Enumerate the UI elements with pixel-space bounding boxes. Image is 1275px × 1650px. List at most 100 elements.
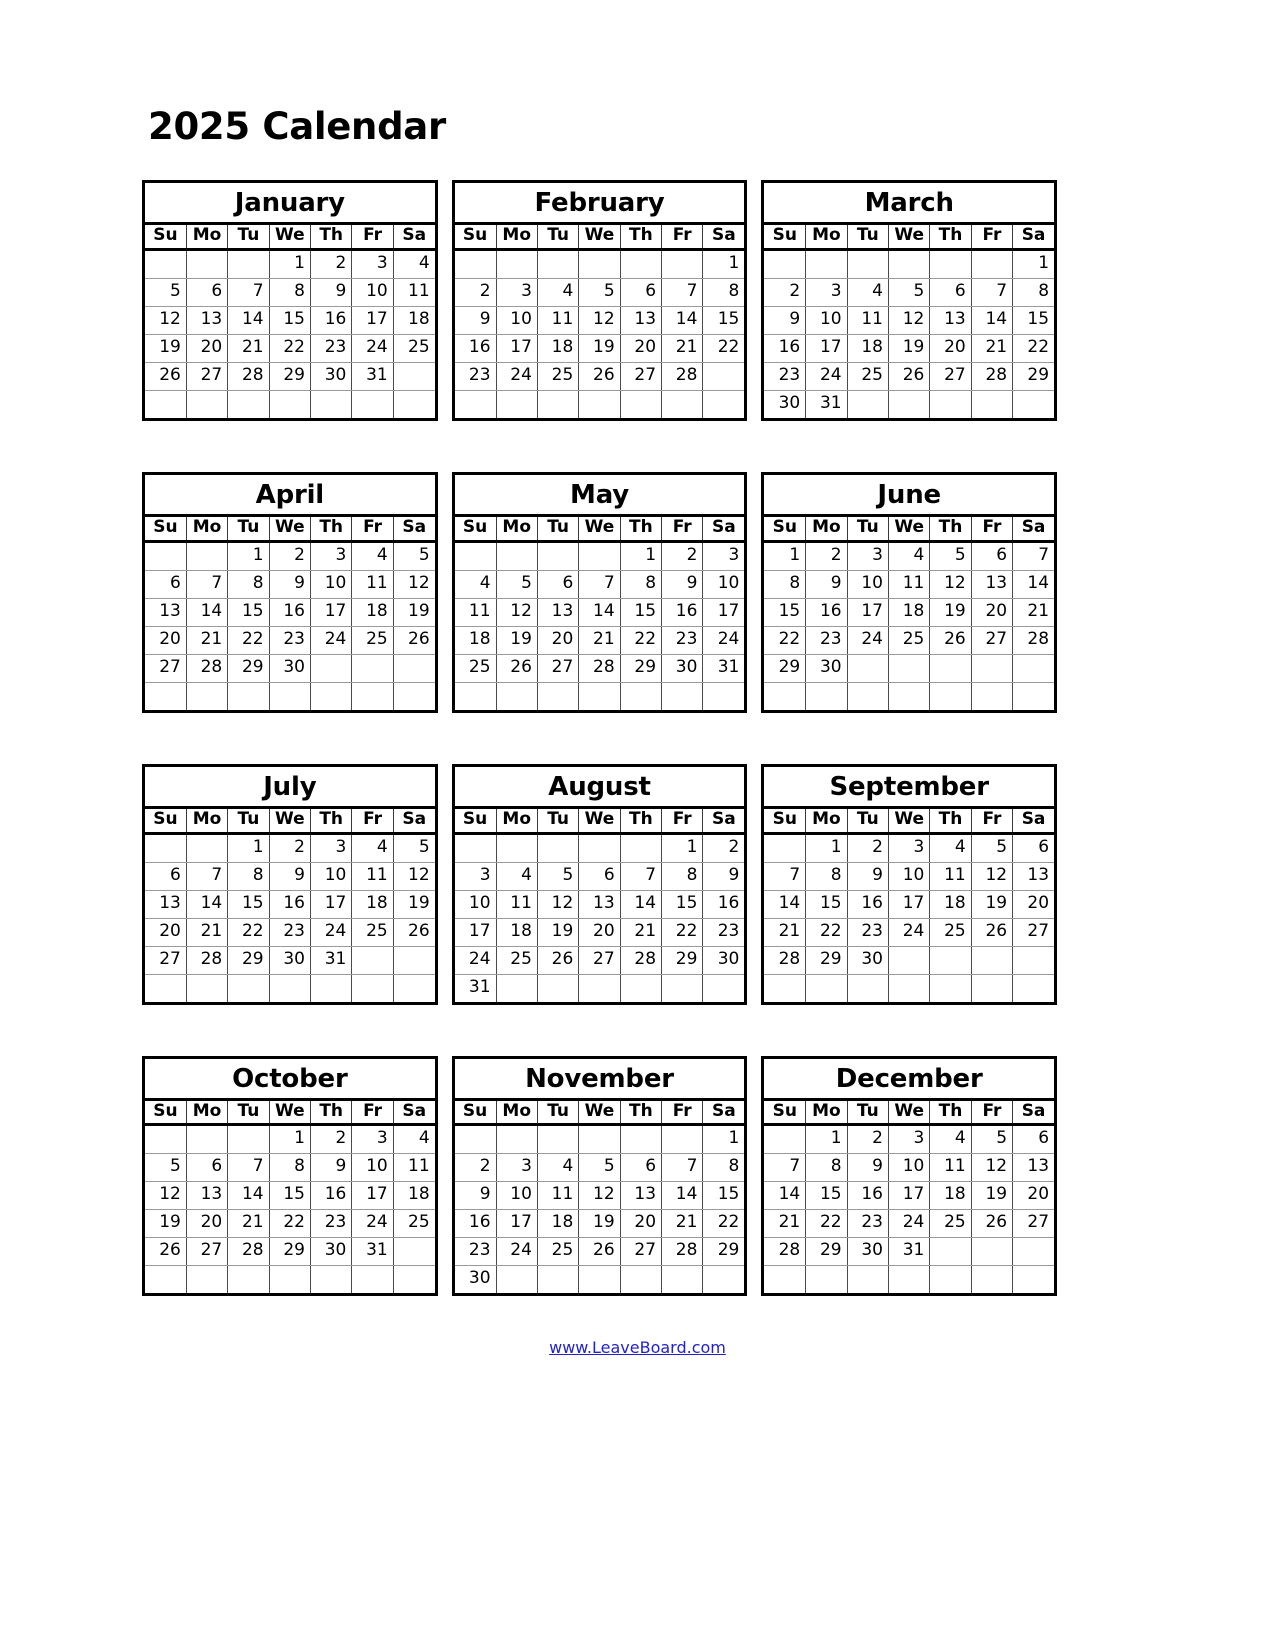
day-cell[interactable]: 18 — [496, 918, 538, 947]
day-cell[interactable]: 20 — [1012, 1181, 1055, 1211]
day-cell[interactable]: 11 — [393, 1153, 435, 1183]
day-cell[interactable]: 2 — [847, 833, 889, 863]
day-cell[interactable]: 13 — [186, 306, 229, 335]
day-cell[interactable]: 16 — [847, 890, 889, 919]
day-cell[interactable]: 13 — [1012, 862, 1055, 891]
day-cell[interactable]: 6 — [578, 862, 621, 891]
day-cell[interactable]: 10 — [888, 1153, 931, 1183]
day-cell[interactable]: 3 — [888, 1124, 931, 1155]
day-cell[interactable]: 16 — [661, 598, 704, 627]
day-cell[interactable]: 5 — [971, 833, 1014, 863]
day-cell[interactable]: 5 — [578, 278, 621, 307]
day-cell[interactable]: 22 — [764, 626, 807, 655]
day-cell[interactable]: 7 — [227, 278, 270, 307]
day-cell[interactable]: 22 — [805, 918, 848, 947]
day-cell[interactable]: 19 — [145, 1209, 187, 1239]
day-cell[interactable]: 8 — [1012, 278, 1055, 307]
day-cell[interactable]: 21 — [227, 334, 270, 363]
day-cell[interactable]: 25 — [537, 1237, 580, 1267]
day-cell[interactable]: 21 — [186, 918, 229, 947]
day-cell[interactable]: 5 — [578, 1153, 621, 1183]
day-cell[interactable]: 30 — [454, 1265, 497, 1294]
day-cell[interactable]: 26 — [496, 654, 538, 683]
day-cell[interactable]: 31 — [805, 390, 848, 418]
day-cell[interactable]: 10 — [888, 862, 931, 891]
day-cell[interactable]: 3 — [805, 278, 848, 307]
day-cell[interactable]: 12 — [971, 862, 1014, 891]
day-cell[interactable]: 9 — [847, 862, 889, 891]
day-cell[interactable]: 18 — [351, 598, 394, 627]
day-cell[interactable]: 18 — [454, 626, 497, 655]
day-cell[interactable]: 11 — [454, 598, 497, 627]
day-cell[interactable]: 13 — [186, 1181, 229, 1211]
day-cell[interactable]: 10 — [702, 570, 745, 599]
day-cell[interactable]: 17 — [351, 1181, 394, 1211]
day-cell[interactable]: 5 — [929, 541, 972, 571]
day-cell[interactable]: 5 — [971, 1124, 1014, 1155]
day-cell[interactable]: 27 — [537, 654, 580, 683]
day-cell[interactable]: 9 — [805, 570, 848, 599]
day-cell[interactable]: 25 — [393, 1209, 435, 1239]
day-cell[interactable]: 1 — [805, 1124, 848, 1155]
day-cell[interactable]: 4 — [454, 570, 497, 599]
day-cell[interactable]: 15 — [269, 1181, 312, 1211]
day-cell[interactable]: 29 — [661, 946, 704, 975]
day-cell[interactable]: 8 — [702, 1153, 745, 1183]
day-cell[interactable]: 12 — [971, 1153, 1014, 1183]
day-cell[interactable]: 3 — [351, 1124, 394, 1155]
day-cell[interactable]: 8 — [227, 862, 270, 891]
day-cell[interactable]: 14 — [186, 598, 229, 627]
day-cell[interactable]: 24 — [310, 918, 353, 947]
day-cell[interactable]: 13 — [537, 598, 580, 627]
day-cell[interactable]: 7 — [661, 278, 704, 307]
day-cell[interactable]: 21 — [764, 1209, 807, 1239]
day-cell[interactable]: 31 — [351, 362, 394, 391]
day-cell[interactable]: 20 — [929, 334, 972, 363]
day-cell[interactable]: 17 — [351, 306, 394, 335]
day-cell[interactable]: 15 — [661, 890, 704, 919]
leaveboard-footer-link[interactable]: www.LeaveBoard.com — [0, 1338, 1275, 1357]
day-cell[interactable]: 21 — [227, 1209, 270, 1239]
day-cell[interactable]: 8 — [269, 278, 312, 307]
day-cell[interactable]: 20 — [186, 334, 229, 363]
day-cell[interactable]: 18 — [537, 1209, 580, 1239]
day-cell[interactable]: 13 — [929, 306, 972, 335]
day-cell[interactable]: 2 — [764, 278, 807, 307]
day-cell[interactable]: 13 — [971, 570, 1014, 599]
day-cell[interactable]: 26 — [393, 918, 435, 947]
day-cell[interactable]: 28 — [620, 946, 663, 975]
day-cell[interactable]: 9 — [310, 1153, 353, 1183]
day-cell[interactable]: 4 — [537, 1153, 580, 1183]
day-cell[interactable]: 17 — [454, 918, 497, 947]
day-cell[interactable]: 28 — [1012, 626, 1055, 655]
day-cell[interactable]: 3 — [310, 541, 353, 571]
day-cell[interactable]: 5 — [496, 570, 538, 599]
day-cell[interactable]: 19 — [393, 890, 435, 919]
day-cell[interactable]: 18 — [393, 1181, 435, 1211]
day-cell[interactable]: 7 — [661, 1153, 704, 1183]
day-cell[interactable]: 30 — [847, 946, 889, 975]
day-cell[interactable]: 18 — [351, 890, 394, 919]
day-cell[interactable]: 22 — [805, 1209, 848, 1239]
day-cell[interactable]: 16 — [764, 334, 807, 363]
day-cell[interactable]: 14 — [620, 890, 663, 919]
day-cell[interactable]: 1 — [805, 833, 848, 863]
day-cell[interactable]: 17 — [496, 1209, 538, 1239]
day-cell[interactable]: 17 — [310, 890, 353, 919]
day-cell[interactable]: 26 — [393, 626, 435, 655]
day-cell[interactable]: 17 — [805, 334, 848, 363]
day-cell[interactable]: 27 — [578, 946, 621, 975]
day-cell[interactable]: 31 — [351, 1237, 394, 1267]
day-cell[interactable]: 8 — [269, 1153, 312, 1183]
day-cell[interactable]: 5 — [888, 278, 931, 307]
day-cell[interactable]: 2 — [310, 1124, 353, 1155]
day-cell[interactable]: 5 — [393, 833, 435, 863]
day-cell[interactable]: 1 — [1012, 249, 1055, 279]
day-cell[interactable]: 30 — [847, 1237, 889, 1267]
day-cell[interactable]: 24 — [496, 362, 538, 391]
day-cell[interactable]: 16 — [454, 334, 497, 363]
day-cell[interactable]: 29 — [702, 1237, 745, 1267]
day-cell[interactable]: 26 — [929, 626, 972, 655]
day-cell[interactable]: 3 — [454, 862, 497, 891]
day-cell[interactable]: 28 — [186, 654, 229, 683]
